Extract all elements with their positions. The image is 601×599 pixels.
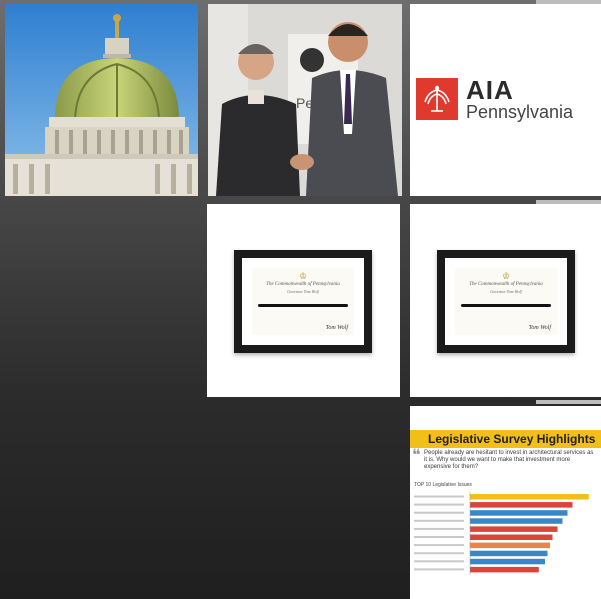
bar-label-placeholder <box>414 552 464 555</box>
aia-subtitle: Pennsylvania <box>466 102 574 122</box>
chart-bar <box>470 494 589 500</box>
tile-edge-strip <box>536 400 601 404</box>
survey-title: Legislative Survey Highlights <box>428 432 596 446</box>
bar-label-placeholder <box>414 495 464 498</box>
certificate-frame: ♔ The Commonwealth of Pennsylvania Gover… <box>437 250 575 353</box>
bar-label-placeholder <box>414 544 464 547</box>
bar-label-placeholder <box>414 527 464 530</box>
chart-bar <box>470 558 545 565</box>
certificate-signature: Tom Wolf <box>528 325 551 331</box>
certificate-line-1: The Commonwealth of Pennsylvania <box>469 282 543 287</box>
handshake-illustration: Pen <box>208 4 402 196</box>
aia-title: AIA <box>466 75 514 105</box>
certificate: ♔ The Commonwealth of Pennsylvania Gover… <box>455 268 557 335</box>
handshake-photo[interactable]: Pen <box>208 4 402 196</box>
pen-icon <box>258 304 348 307</box>
chart-bar <box>470 502 573 508</box>
survey-quote: People already are hesitant to invest in… <box>424 450 594 470</box>
bar-label-placeholder <box>414 536 464 538</box>
framed-certificate-photo-2[interactable]: ♔ The Commonwealth of Pennsylvania Gover… <box>410 204 601 397</box>
aia-eagle-icon <box>416 78 458 120</box>
certificate: ♔ The Commonwealth of Pennsylvania Gover… <box>252 268 354 335</box>
bar-label-placeholder <box>414 568 464 571</box>
bar-label-placeholder <box>414 511 464 514</box>
certificate-signature: Tom Wolf <box>325 325 348 331</box>
certificate-frame: ♔ The Commonwealth of Pennsylvania Gover… <box>234 250 372 353</box>
certificate-line-2: Governor Tom Wolf <box>490 289 522 294</box>
seal-icon: ♔ <box>298 271 308 281</box>
aia-pennsylvania-logo-tile[interactable]: AIA Pennsylvania <box>410 4 601 196</box>
capitol-dome-photo[interactable] <box>5 4 198 196</box>
quote-icon: ❝ <box>412 447 421 464</box>
bar-label-placeholder <box>414 519 464 522</box>
chart-bar <box>470 550 548 557</box>
chart-bar <box>470 526 558 532</box>
legislative-survey-tile[interactable]: Legislative Survey Highlights ❝ People a… <box>410 406 601 599</box>
certificate-line-2: Governor Tom Wolf <box>287 289 319 294</box>
chart-bar <box>470 518 563 524</box>
pen-icon <box>461 304 551 307</box>
framed-certificate-photo-1[interactable]: ♔ The Commonwealth of Pennsylvania Gover… <box>207 204 400 397</box>
chart-bar <box>470 566 539 573</box>
bar-label-placeholder <box>414 560 464 563</box>
chart-bar <box>470 510 568 516</box>
chart-bar <box>470 542 550 549</box>
gallery-page: { "gallery": { "aia": { "title": "AIA", … <box>0 0 601 599</box>
seal-icon: ♔ <box>501 271 511 281</box>
certificate-line-1: The Commonwealth of Pennsylvania <box>266 282 340 287</box>
top10-label: TOP 10 Legislative Issues <box>414 482 472 488</box>
bar-label-placeholder <box>414 503 464 506</box>
capitol-dome-illustration <box>5 4 198 196</box>
survey-bar-chart <box>414 492 589 575</box>
chart-bar <box>470 534 553 540</box>
